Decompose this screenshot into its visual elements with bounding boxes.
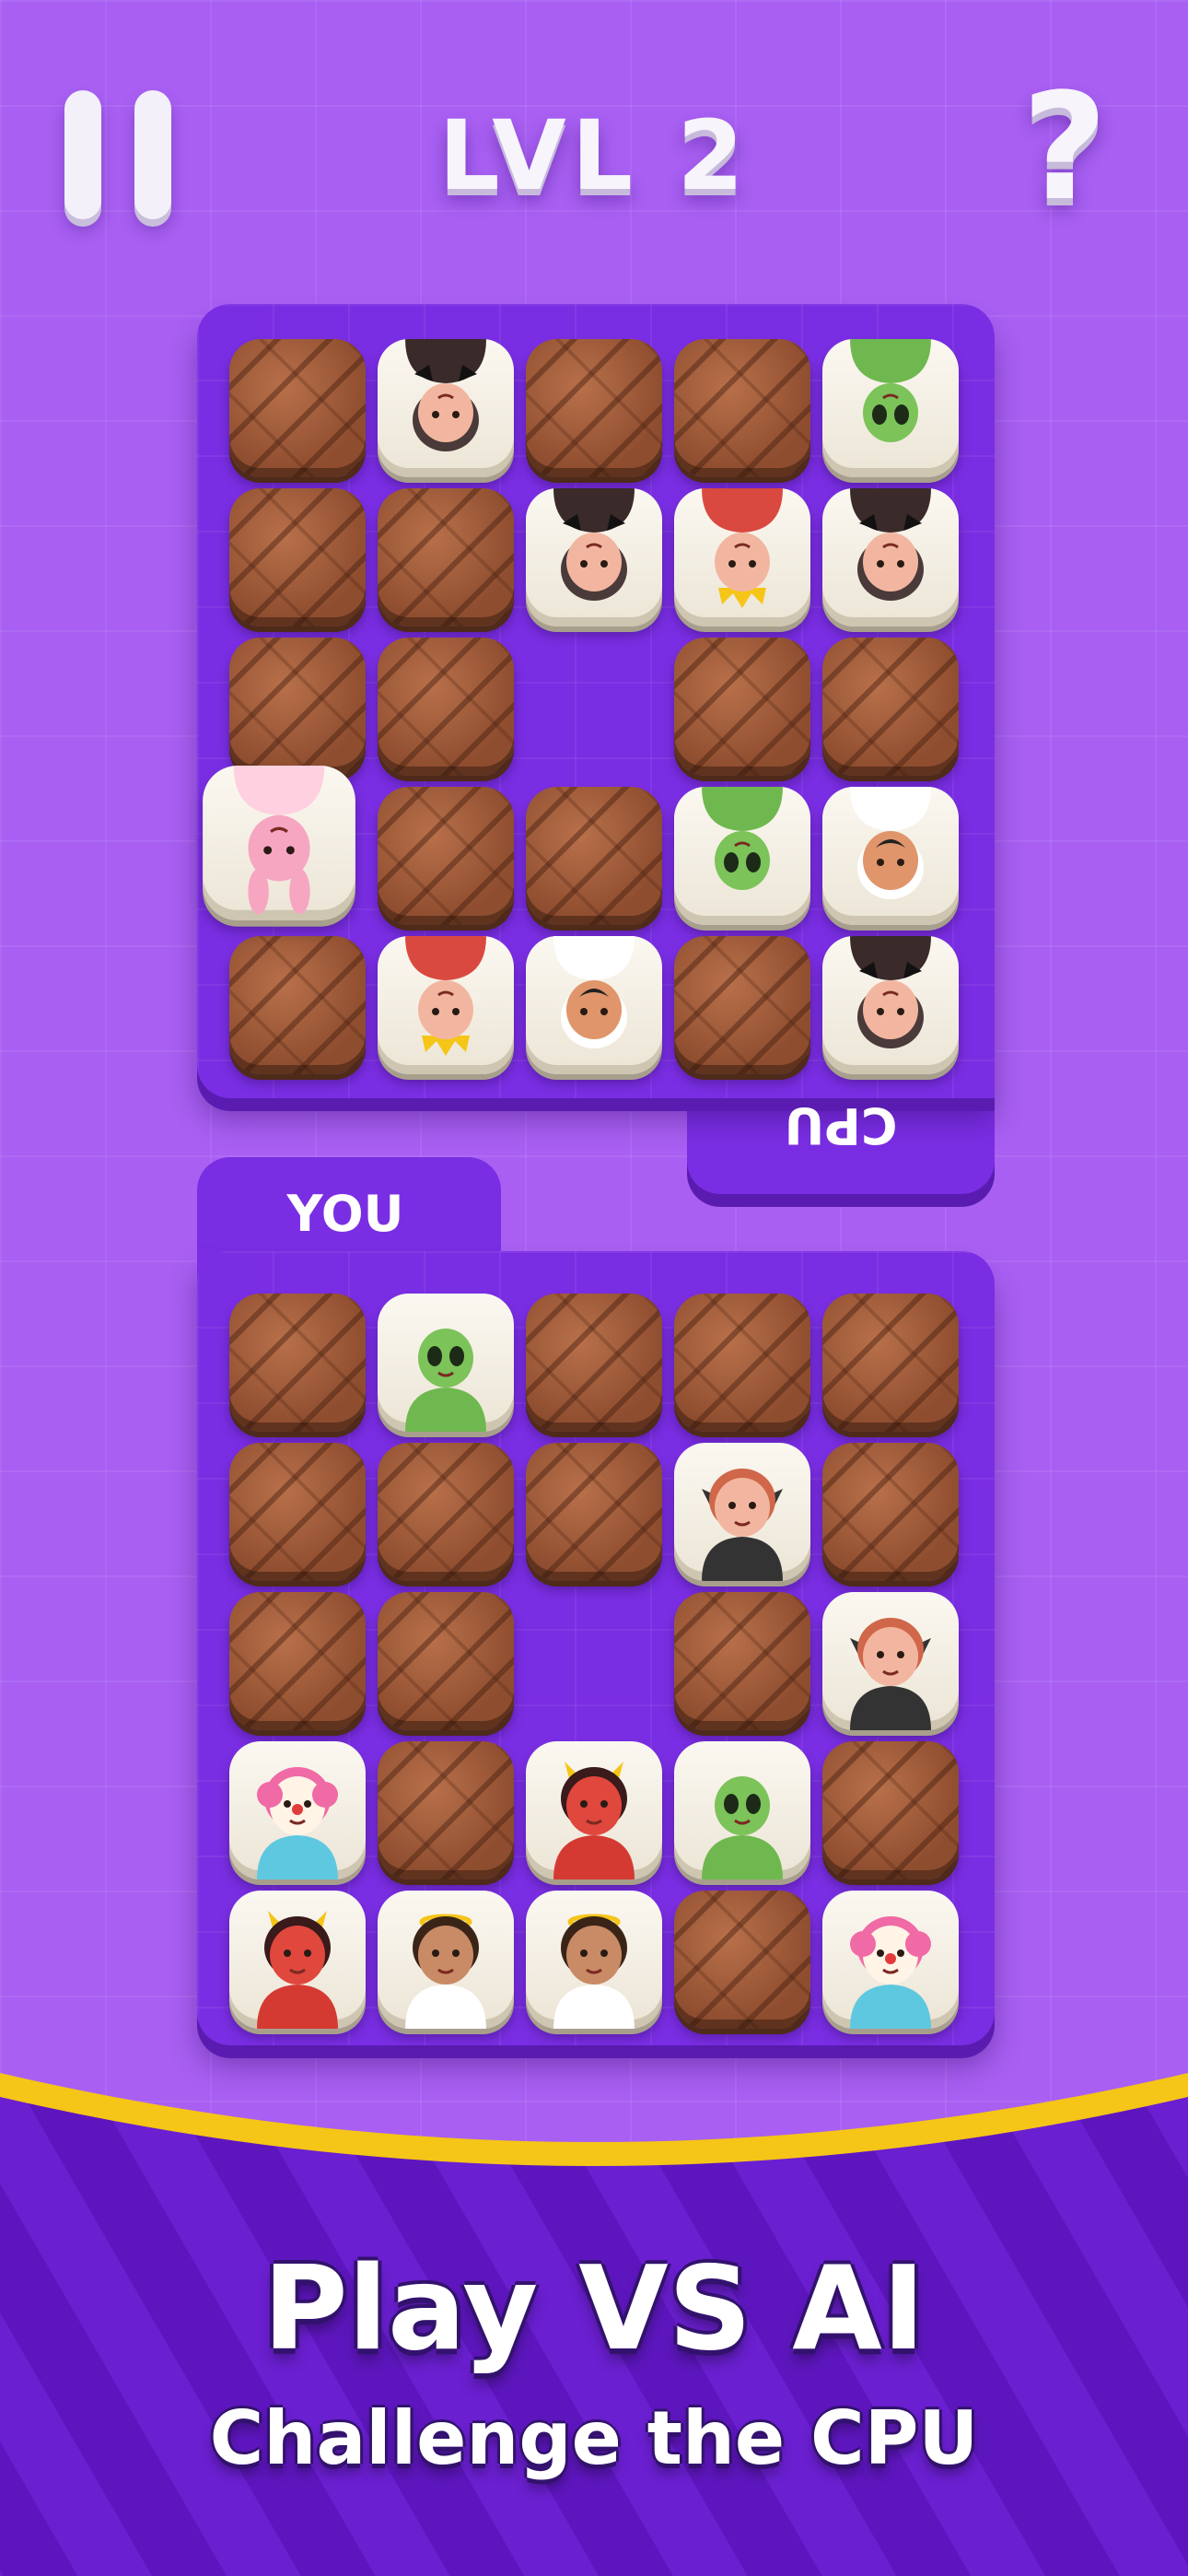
cpu-tile-facedown[interactable] [229,936,366,1074]
cpu-tile-facedown[interactable] [674,638,810,776]
player-tile-facedown[interactable] [822,1741,959,1879]
player-tile-facedown[interactable] [674,1592,810,1730]
cpu-tile-vampire[interactable] [378,339,514,477]
cpu-tile-bunny[interactable] [203,766,355,920]
player-tile-devil[interactable] [229,1891,366,2029]
cpu-tile-facedown[interactable] [674,339,810,477]
cpu-tile-alien[interactable] [674,787,810,925]
player-tile-devil[interactable] [526,1741,662,1879]
cpu-tile-facedown[interactable] [378,787,514,925]
cpu-tile-vampire[interactable] [822,936,959,1074]
cpu-tile-facedown[interactable] [229,339,366,477]
player-label: YOU [286,1185,404,1243]
cpu-tile-facedown[interactable] [674,936,810,1074]
player-tile-facedown[interactable] [822,1443,959,1581]
player-tile-facedown[interactable] [229,1592,366,1730]
cpu-tile-facedown[interactable] [378,488,514,626]
player-tile-facedown[interactable] [378,1443,514,1581]
player-tile-facedown[interactable] [674,1294,810,1432]
player-tile-facedown[interactable] [378,1592,514,1730]
player-tile-facedown[interactable] [526,1443,662,1581]
cpu-tile-facedown[interactable] [229,488,366,626]
player-tile-facedown[interactable] [378,1741,514,1879]
player-tile-facedown[interactable] [229,1294,366,1432]
help-button[interactable]: ? [1009,74,1120,221]
player-tile-vampire-girl[interactable] [674,1443,810,1581]
player-tile-alien[interactable] [674,1741,810,1879]
cpu-tile-villain[interactable] [526,936,662,1074]
player-tile-facedown[interactable] [674,1891,810,2029]
banner-subtitle: Challenge the CPU [209,2395,979,2481]
cpu-tile-facedown[interactable] [526,787,662,925]
cpu-label: CPU [784,1096,898,1154]
player-tile-angel[interactable] [526,1891,662,2029]
cpu-tile-facedown[interactable] [526,339,662,477]
cpu-tile-villain[interactable] [822,787,959,925]
player-tile-alien[interactable] [378,1294,514,1432]
cpu-tile-alien[interactable] [822,339,959,477]
cpu-tile-facedown[interactable] [378,638,514,776]
player-tile-facedown[interactable] [229,1443,366,1581]
player-tile-clown[interactable] [822,1891,959,2029]
cpu-tile-vampire[interactable] [822,488,959,626]
banner-title: Play VS AI [262,2241,926,2376]
cpu-tile-facedown[interactable] [229,638,366,776]
player-tile-facedown[interactable] [822,1294,959,1432]
player-tile-angel[interactable] [378,1891,514,2029]
player-tile-clown[interactable] [229,1741,366,1879]
player-tile-vampire-girl[interactable] [822,1592,959,1730]
cpu-tile-king[interactable] [674,488,810,626]
cpu-tile-king[interactable] [378,936,514,1074]
cpu-tile-vampire[interactable] [526,488,662,626]
cpu-tile-facedown[interactable] [822,638,959,776]
player-tile-facedown[interactable] [526,1294,662,1432]
